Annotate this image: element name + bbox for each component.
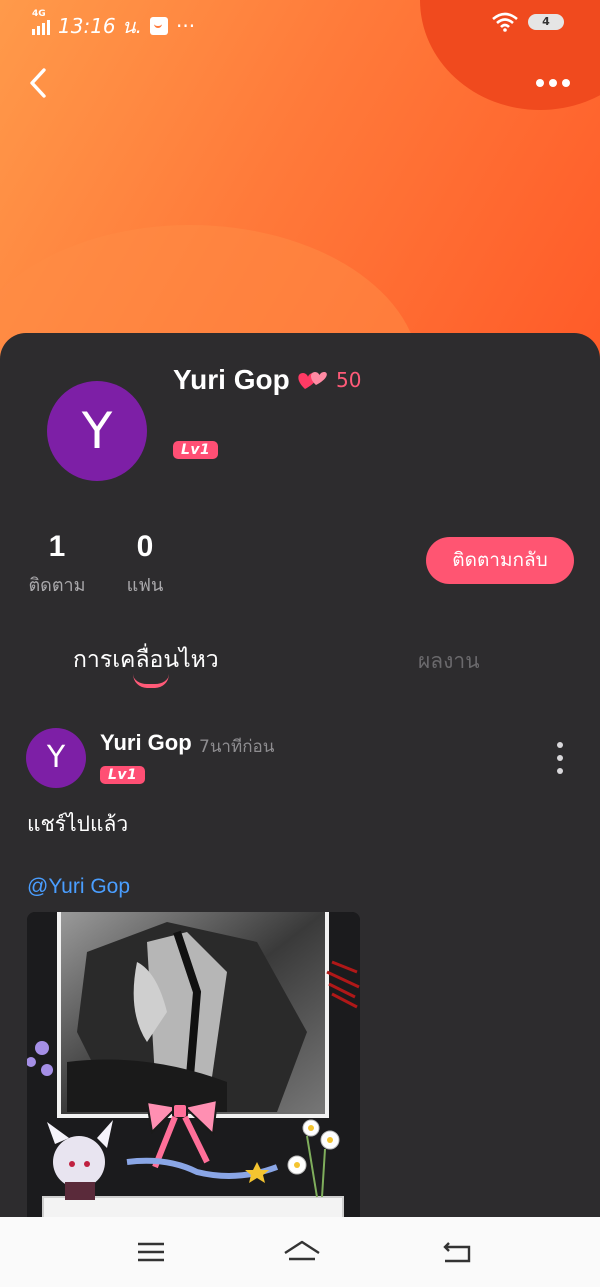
hearts-icon bbox=[298, 372, 327, 389]
signal-icon: 4G bbox=[32, 9, 50, 35]
tab-activity[interactable]: การเคลื่อนไหว bbox=[73, 642, 219, 678]
heart-stat: 50 bbox=[296, 368, 361, 392]
status-more: ··· bbox=[176, 14, 196, 38]
status-bar: 4G 13:16 น. ··· 4 bbox=[0, 0, 600, 46]
home-icon bbox=[284, 1240, 320, 1261]
post-text: แชร์ไปแล้ว bbox=[27, 812, 129, 836]
chevron-left-icon bbox=[30, 68, 46, 98]
notification-bag-icon bbox=[150, 17, 169, 35]
profile-name: Yuri Gop bbox=[173, 364, 290, 395]
post-menu-button[interactable] bbox=[550, 742, 570, 774]
post-image[interactable] bbox=[27, 912, 360, 1232]
back-icon bbox=[443, 1242, 471, 1263]
following-label: ติดตาม bbox=[28, 575, 86, 596]
following-count: 1 bbox=[48, 530, 66, 563]
more-vertical-icon bbox=[557, 742, 563, 748]
post-mention-link[interactable]: @Yuri Gop bbox=[27, 875, 130, 899]
post-author[interactable]: Yuri Gop bbox=[100, 730, 192, 756]
heart-count: 50 bbox=[336, 368, 362, 392]
fans-count: 0 bbox=[136, 530, 154, 563]
follow-back-button[interactable]: ติดตามกลับ bbox=[426, 537, 574, 584]
fans-stat[interactable]: 0 แฟน bbox=[122, 530, 168, 599]
post-level-badge: Lv1 bbox=[100, 766, 146, 784]
home-button[interactable] bbox=[282, 1237, 322, 1267]
following-stat[interactable]: 1 ติดตาม bbox=[26, 530, 88, 599]
post-image-art bbox=[27, 912, 360, 1232]
post-avatar[interactable]: Y bbox=[26, 728, 86, 788]
battery-indicator: 4 bbox=[528, 14, 564, 30]
back-button[interactable] bbox=[24, 66, 54, 100]
menu-icon bbox=[138, 1242, 164, 1262]
avatar[interactable]: Y bbox=[47, 381, 147, 481]
clock: 13:16 น. bbox=[58, 14, 143, 38]
more-horizontal-icon bbox=[536, 79, 544, 87]
level-badge: Lv1 bbox=[173, 441, 219, 459]
more-options-button[interactable] bbox=[536, 76, 572, 90]
profile-header-background bbox=[0, 0, 600, 380]
recent-apps-button[interactable] bbox=[134, 1237, 168, 1267]
tab-works[interactable]: ผลงาน bbox=[418, 645, 480, 678]
fans-label: แฟน bbox=[126, 575, 164, 596]
post-timestamp: 7นาทีก่อน bbox=[199, 737, 275, 757]
wifi-icon bbox=[492, 12, 518, 32]
system-navigation-bar bbox=[0, 1217, 600, 1287]
system-back-button[interactable] bbox=[440, 1237, 474, 1267]
